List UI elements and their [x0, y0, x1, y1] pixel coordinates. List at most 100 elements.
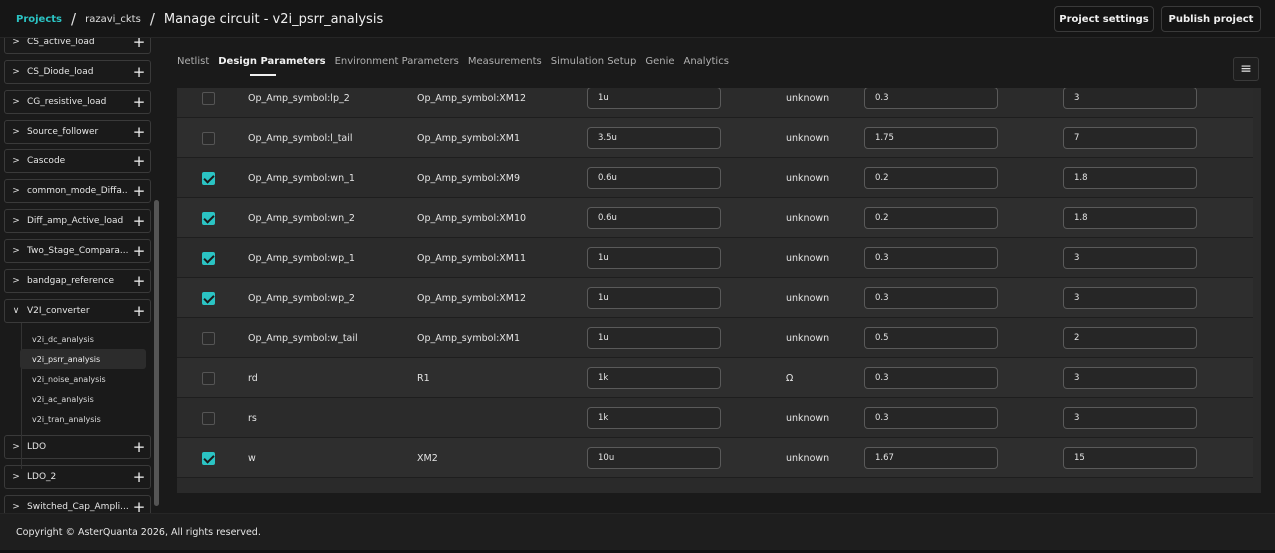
sidebar-child-item[interactable]: v2i_noise_analysis [20, 369, 146, 389]
chevron-right-icon[interactable]: > [5, 38, 27, 47]
row-checkbox[interactable] [202, 92, 215, 105]
value-input[interactable]: 1u [587, 327, 721, 349]
add-icon[interactable]: + [128, 439, 150, 455]
sidebar-item[interactable]: > bandgap_reference + [4, 269, 151, 293]
sidebar-item[interactable]: > CG_resistive_load + [4, 90, 151, 114]
publish-project-button[interactable]: Publish project [1161, 6, 1261, 32]
tab-environment-parameters[interactable]: Environment Parameters [335, 56, 459, 78]
min-input[interactable]: 0.3 [864, 367, 998, 389]
value-input[interactable]: 1u [587, 287, 721, 309]
row-checkbox[interactable] [202, 172, 215, 185]
add-icon[interactable]: + [128, 213, 150, 229]
add-icon[interactable]: + [128, 469, 150, 485]
add-icon[interactable]: + [128, 64, 150, 80]
project-settings-button[interactable]: Project settings [1054, 6, 1154, 32]
max-input[interactable]: 3 [1063, 367, 1197, 389]
min-input[interactable]: 0.5 [864, 327, 998, 349]
chevron-right-icon[interactable]: > [5, 442, 27, 452]
add-icon[interactable]: + [128, 303, 150, 319]
min-input[interactable]: 0.2 [864, 167, 998, 189]
min-input[interactable]: 0.3 [864, 407, 998, 429]
tab-genie[interactable]: Genie [645, 56, 674, 78]
value-input[interactable]: 3.5u [587, 127, 721, 149]
min-input[interactable]: 0.3 [864, 88, 998, 109]
chevron-right-icon[interactable]: > [5, 502, 27, 512]
tab-simulation-setup[interactable]: Simulation Setup [551, 56, 637, 78]
max-input[interactable]: 3 [1063, 247, 1197, 269]
add-icon[interactable]: + [128, 243, 150, 259]
tab-design-parameters[interactable]: Design Parameters [218, 56, 326, 78]
sidebar-item[interactable]: > Cascode + [4, 149, 151, 173]
chevron-right-icon[interactable]: > [5, 156, 27, 166]
min-input[interactable]: 0.3 [864, 287, 998, 309]
add-icon[interactable]: + [128, 183, 150, 199]
sidebar-child-item[interactable]: v2i_tran_analysis [20, 409, 146, 429]
breadcrumb-projects-link[interactable]: Projects [16, 14, 62, 25]
param-unit: unknown [786, 92, 830, 104]
chevron-right-icon[interactable]: > [5, 186, 27, 196]
row-checkbox[interactable] [202, 252, 215, 265]
sidebar-item[interactable]: > common_mode_Diffa... + [4, 179, 151, 203]
main-content: Netlist Design Parameters Environment Para… [161, 38, 1275, 513]
sidebar-item[interactable]: > Switched_Cap_Ampli... + [4, 495, 151, 513]
row-checkbox[interactable] [202, 332, 215, 345]
row-checkbox[interactable] [202, 412, 215, 425]
param-name: Op_Amp_symbol:l_tail [248, 132, 353, 144]
sidebar-child-item[interactable]: v2i_ac_analysis [20, 389, 146, 409]
sidebar-child-item[interactable]: v2i_dc_analysis [20, 329, 146, 349]
row-checkbox[interactable] [202, 452, 215, 465]
chevron-right-icon[interactable]: > [5, 127, 27, 137]
max-input[interactable]: 7 [1063, 127, 1197, 149]
chevron-right-icon[interactable]: > [5, 216, 27, 226]
min-input[interactable]: 1.75 [864, 127, 998, 149]
max-input[interactable]: 2 [1063, 327, 1197, 349]
max-input[interactable]: 15 [1063, 447, 1197, 469]
value-input[interactable]: 0.6u [587, 207, 721, 229]
max-input[interactable]: 1.8 [1063, 207, 1197, 229]
value-input[interactable]: 1k [587, 367, 721, 389]
add-icon[interactable]: + [128, 124, 150, 140]
chevron-right-icon[interactable]: > [5, 472, 27, 482]
min-input[interactable]: 0.2 [864, 207, 998, 229]
min-input[interactable]: 0.3 [864, 247, 998, 269]
sidebar-child-item[interactable]: v2i_psrr_analysis [20, 349, 146, 369]
sidebar-item[interactable]: ∨ V2I_converter + [4, 299, 151, 323]
sidebar-item[interactable]: > Source_follower + [4, 120, 151, 144]
value-input[interactable]: 1u [587, 247, 721, 269]
chevron-right-icon[interactable]: > [5, 97, 27, 107]
value-input[interactable]: 1u [587, 88, 721, 109]
sidebar-scrollbar[interactable] [154, 200, 159, 506]
value-input[interactable]: 10u [587, 447, 721, 469]
breadcrumb-folder-link[interactable]: razavi_ckts [85, 14, 141, 25]
value-input[interactable]: 0.6u [587, 167, 721, 189]
add-icon[interactable]: + [128, 499, 150, 513]
tab-analytics[interactable]: Analytics [684, 56, 729, 78]
sidebar-item[interactable]: > CS_Diode_load + [4, 60, 151, 84]
sidebar-item[interactable]: > CS_active_load + [4, 38, 151, 54]
sidebar-item[interactable]: > LDO + [4, 435, 151, 459]
chevron-right-icon[interactable]: > [5, 246, 27, 256]
sidebar-item[interactable]: > Diff_amp_Active_load + [4, 209, 151, 233]
max-input[interactable]: 3 [1063, 88, 1197, 109]
sidebar-item[interactable]: > LDO_2 + [4, 465, 151, 489]
row-checkbox[interactable] [202, 132, 215, 145]
tab-netlist[interactable]: Netlist [177, 56, 209, 78]
add-icon[interactable]: + [128, 273, 150, 289]
value-input[interactable]: 1k [587, 407, 721, 429]
tab-measurements[interactable]: Measurements [468, 56, 542, 78]
sidebar-item[interactable]: > Two_Stage_Compara... + [4, 239, 151, 263]
max-input[interactable]: 3 [1063, 287, 1197, 309]
add-icon[interactable]: + [128, 94, 150, 110]
min-input[interactable]: 1.67 [864, 447, 998, 469]
row-checkbox[interactable] [202, 212, 215, 225]
max-input[interactable]: 3 [1063, 407, 1197, 429]
max-input[interactable]: 1.8 [1063, 167, 1197, 189]
add-icon[interactable]: + [128, 38, 150, 50]
menu-icon[interactable]: ≡ [1233, 57, 1259, 81]
chevron-right-icon[interactable]: > [5, 276, 27, 286]
chevron-right-icon[interactable]: > [5, 67, 27, 77]
row-checkbox[interactable] [202, 372, 215, 385]
row-checkbox[interactable] [202, 292, 215, 305]
add-icon[interactable]: + [128, 153, 150, 169]
chevron-down-icon[interactable]: ∨ [5, 306, 27, 316]
